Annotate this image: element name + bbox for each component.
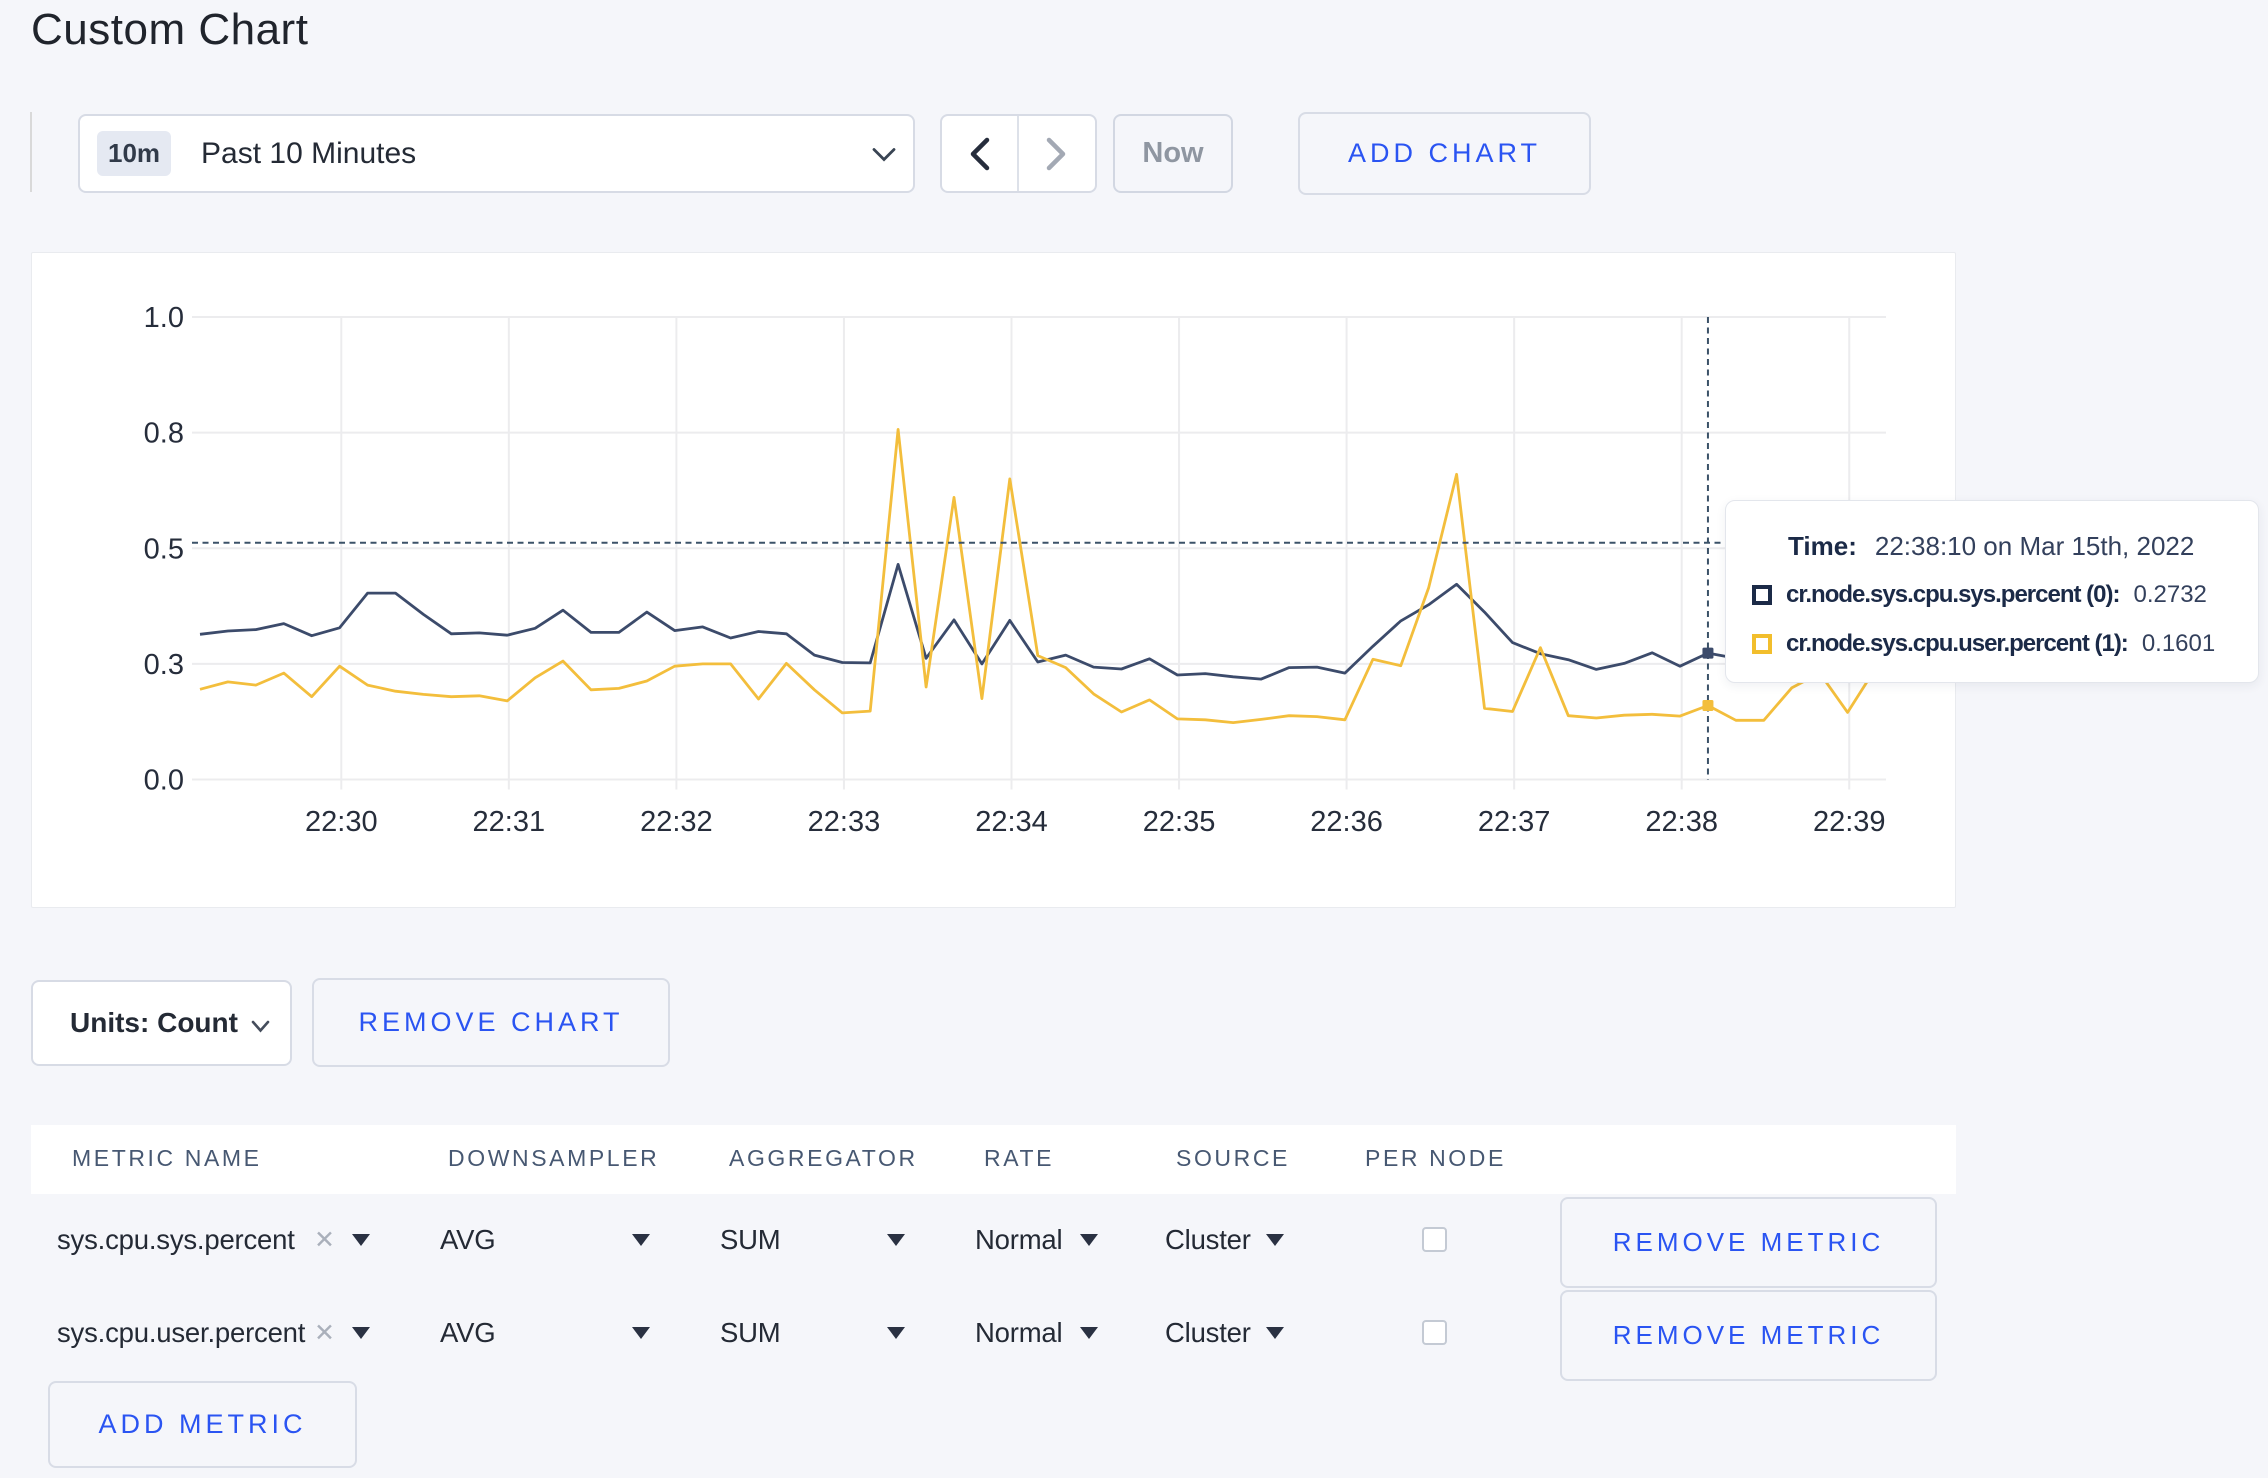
time-step-buttons [940, 114, 1097, 193]
x-tick-label: 22:34 [975, 806, 1048, 838]
aggregator-select[interactable]: SUM [720, 1287, 781, 1379]
time-window-label: Past 10 Minutes [201, 136, 417, 170]
series-line [199, 427, 1886, 725]
clear-metric-icon[interactable]: ✕ [314, 1225, 335, 1255]
line-chart[interactable]: 0.0 0.3 0.5 0.8 1.0 22:30 22:31 22:32 22:33 22:34… [32, 253, 1955, 907]
chart-tooltip: Time: 22:38:10 on Mar 15th, 2022 cr.node.… [1725, 500, 2259, 683]
series-swatch-sys [1752, 585, 1772, 605]
per-node-checkbox[interactable] [1422, 1227, 1447, 1252]
caret-down-icon [1080, 1234, 1098, 1246]
chart-panel: 0.0 0.3 0.5 0.8 1.0 22:30 22:31 22:32 22:33 22:34… [31, 252, 1956, 908]
column-header-rate: RATE [984, 1145, 1055, 1171]
tooltip-series-label: cr.node.sys.cpu.sys.percent (0): [1786, 581, 2120, 608]
metric-name-value: sys.cpu.sys.percent [57, 1224, 295, 1255]
caret-down-icon [352, 1234, 370, 1246]
tooltip-time-value: 22:38:10 on Mar 15th, 2022 [1874, 531, 2195, 561]
prev-time-button[interactable] [942, 116, 1019, 191]
y-tick-label: 0.3 [144, 649, 184, 681]
chevron-right-icon [1046, 137, 1065, 170]
caret-down-icon [352, 1327, 370, 1339]
metric-row: sys.cpu.user.percent ✕ AVG SUM Normal Cluster… [0, 1287, 2268, 1381]
remove-metric-button[interactable]: REMOVE METRIC [1560, 1290, 1937, 1381]
column-header-per-node: PER NODE [1365, 1145, 1506, 1171]
rate-select[interactable]: Normal [975, 1194, 1063, 1286]
caret-down-icon [887, 1234, 905, 1246]
metric-row: sys.cpu.sys.percent ✕ AVG SUM Normal Cluster R… [0, 1194, 2268, 1288]
caret-down-icon [1266, 1234, 1284, 1246]
hover-point [1702, 647, 1714, 659]
tooltip-series-row: cr.node.sys.cpu.user.percent (1): 0.1601 [1752, 630, 2215, 658]
toolbar-divider [30, 112, 32, 192]
caret-down-icon [1266, 1327, 1284, 1339]
per-node-checkbox[interactable] [1422, 1320, 1447, 1345]
x-tick-label: 22:38 [1645, 806, 1718, 838]
rate-select[interactable]: Normal [975, 1287, 1063, 1379]
x-tick-label: 22:30 [305, 806, 378, 838]
chevron-down-icon [872, 148, 896, 162]
caret-down-icon [632, 1234, 650, 1246]
x-tick-label: 22:37 [1478, 806, 1551, 838]
add-metric-button[interactable]: ADD METRIC [48, 1381, 357, 1468]
caret-down-icon [887, 1327, 905, 1339]
y-tick-label: 1.0 [144, 302, 184, 334]
downsampler-select[interactable]: AVG [440, 1194, 496, 1286]
metrics-table-header: METRIC NAME DOWNSAMPLER AGGREGATOR RATE … [31, 1125, 1956, 1194]
x-tick-label: 22:33 [808, 806, 881, 838]
column-header-downsampler: DOWNSAMPLER [448, 1145, 660, 1171]
chevron-down-icon [251, 1020, 270, 1033]
units-select[interactable]: Units: Count [31, 980, 292, 1066]
page-title: Custom Chart [31, 5, 309, 54]
y-tick-label: 0.0 [144, 765, 184, 797]
remove-metric-button[interactable]: REMOVE METRIC [1560, 1197, 1937, 1288]
column-header-metric-name: METRIC NAME [72, 1145, 262, 1171]
source-select[interactable]: Cluster [1165, 1194, 1251, 1286]
next-time-button[interactable] [1019, 116, 1096, 191]
x-tick-label: 22:35 [1143, 806, 1216, 838]
time-window-select[interactable]: 10m Past 10 Minutes [78, 114, 915, 193]
x-tick-label: 22:31 [473, 806, 546, 838]
time-window-badge: 10m [97, 131, 172, 176]
x-tick-label: 22:32 [640, 806, 713, 838]
y-tick-label: 0.8 [144, 418, 184, 450]
hover-point [1702, 699, 1714, 711]
units-label: Units: Count [70, 1007, 238, 1038]
now-button[interactable]: Now [1113, 114, 1233, 193]
column-header-aggregator: AGGREGATOR [729, 1145, 918, 1171]
aggregator-select[interactable]: SUM [720, 1194, 781, 1286]
tooltip-time-row: Time: 22:38:10 on Mar 15th, 2022 [1788, 531, 2194, 562]
tooltip-series-value: 0.2732 [2133, 581, 2207, 608]
tooltip-series-label: cr.node.sys.cpu.user.percent (1): [1786, 630, 2129, 657]
x-tick-label: 22:36 [1310, 806, 1383, 838]
add-chart-button[interactable]: ADD CHART [1298, 112, 1591, 195]
metric-name-value: sys.cpu.user.percent [57, 1317, 306, 1348]
caret-down-icon [632, 1327, 650, 1339]
clear-metric-icon[interactable]: ✕ [314, 1318, 335, 1348]
metric-name-select[interactable]: sys.cpu.sys.percent [57, 1194, 295, 1286]
tooltip-series-value: 0.1601 [2141, 630, 2216, 657]
column-header-source: SOURCE [1176, 1145, 1291, 1171]
downsampler-select[interactable]: AVG [440, 1287, 496, 1379]
tooltip-series-row: cr.node.sys.cpu.sys.percent (0): 0.2732 [1752, 581, 2207, 609]
remove-chart-button[interactable]: REMOVE CHART [312, 978, 670, 1067]
x-tick-label: 22:39 [1813, 806, 1886, 838]
y-tick-label: 0.5 [144, 533, 184, 565]
metric-name-select[interactable]: sys.cpu.user.percent [57, 1287, 305, 1379]
caret-down-icon [1080, 1327, 1098, 1339]
series-swatch-user [1752, 634, 1772, 654]
chevron-left-icon [971, 137, 990, 170]
tooltip-time-label: Time: [1788, 531, 1857, 561]
source-select[interactable]: Cluster [1165, 1287, 1251, 1379]
